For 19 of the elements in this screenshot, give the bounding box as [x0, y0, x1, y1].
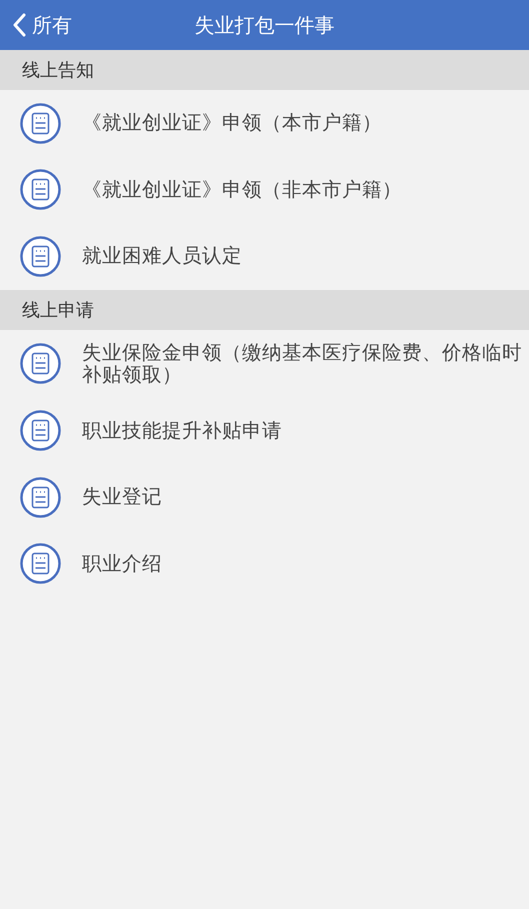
document-icon — [20, 102, 61, 144]
document-icon — [20, 169, 61, 210]
service-item[interactable]: 失业保险金申领（缴纳基本医疗保险费、价格临时补贴领取） — [82, 330, 529, 398]
service-item[interactable]: 职业技能提升补贴申请 — [82, 408, 529, 454]
document-icon — [20, 343, 61, 384]
document-icon — [20, 476, 61, 518]
back-button[interactable]: 所有 — [8, 0, 76, 50]
service-item[interactable]: 失业登记 — [82, 474, 529, 520]
document-icon — [20, 410, 61, 452]
section-header: 线上告知 — [22, 59, 94, 82]
service-item[interactable]: 职业介绍 — [82, 540, 529, 587]
page-title: 失业打包一件事 — [194, 12, 334, 38]
service-item[interactable]: 《就业创业证》申领（本市户籍） — [82, 100, 529, 146]
back-icon — [12, 13, 26, 37]
document-icon — [20, 543, 61, 584]
document-icon — [20, 236, 61, 277]
service-item[interactable]: 就业困难人员认定 — [82, 233, 529, 280]
section-header: 线上申请 — [22, 298, 94, 322]
service-item[interactable]: 《就业创业证》申领（非本市户籍） — [82, 166, 529, 213]
